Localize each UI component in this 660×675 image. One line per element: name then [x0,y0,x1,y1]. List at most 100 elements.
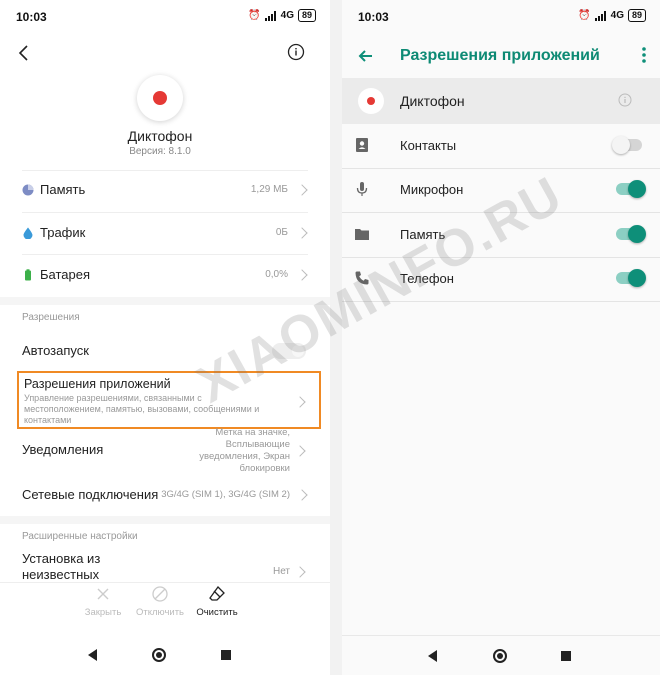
permission-label: Память [400,227,446,242]
close-icon [97,588,109,600]
battery-row[interactable]: Батарея 0,0% [22,267,308,282]
traffic-value: 0Б [275,227,288,238]
disable-button[interactable]: Отключить [130,585,190,618]
alarm-icon: ⏰ [578,10,591,21]
chevron-right-icon [296,268,308,281]
status-bar: 10:03 ⏰ 4G 89 [0,0,330,34]
section-separator [0,297,330,305]
info-icon[interactable] [287,43,305,61]
unknown-sources-label[interactable]: Установка из неизвестных [22,551,132,583]
disable-icon [152,586,168,602]
app-header: Диктофон [342,78,660,124]
autostart-toggle[interactable] [272,343,306,359]
app-bar: Разрешения приложений [342,34,660,78]
permission-toggle[interactable] [616,225,646,243]
more-vert-icon[interactable] [642,46,646,64]
nav-home-icon[interactable] [493,649,507,663]
app-name: Диктофон [127,128,193,144]
page-title: Разрешения приложений [400,47,600,64]
permission-label: Микрофон [400,182,464,197]
battery-label: Батарея [40,267,91,282]
alarm-icon: ⏰ [248,10,261,21]
network-label: Сетевые подключения [22,487,159,502]
bottom-action-bar: Закрыть Отключить Очистить [0,585,330,629]
chevron-right-icon [294,566,306,578]
mic-icon [356,182,368,196]
permission-toggle[interactable] [616,180,646,198]
back-arrow-icon[interactable] [356,46,376,66]
permission-toggle[interactable] [616,269,646,287]
nav-bar [0,635,330,675]
app-info-screen: 10:03 ⏰ 4G 89 Диктофон Версия: 8.1.0 Пам… [0,0,330,675]
traffic-label: Трафик [40,225,86,240]
battery-level-icon [25,268,31,280]
back-arrow-icon[interactable] [14,42,36,64]
network-value: 3G/4G (SIM 1), 3G/4G (SIM 2) [161,489,290,500]
network-row[interactable]: Сетевые подключения 3G/4G (SIM 1), 3G/4G… [22,487,308,502]
nav-recent-icon[interactable] [561,651,571,661]
screen-gap [330,0,342,675]
status-bar: 10:03 ⏰ 4G 89 [342,0,660,34]
network-type: 4G [610,10,624,21]
app-name: Диктофон [400,93,465,109]
pie-chart-icon [22,184,34,195]
signal-icon [264,10,276,21]
water-drop-icon [23,227,33,239]
nav-recent-icon[interactable] [221,650,231,660]
permission-row-microphone[interactable]: Микрофон [342,168,660,213]
app-permissions-row[interactable]: Разрешения приложений [24,377,171,391]
permission-label: Контакты [400,138,457,153]
divider [22,212,308,213]
chevron-right-icon [296,226,308,239]
battery-icon: 89 [297,9,316,22]
memory-value: 1,29 МБ [250,184,288,195]
app-permissions-description: Управление разрешениями, связанными с ме… [24,393,260,425]
info-icon[interactable] [618,93,632,107]
status-time: 10:03 [358,10,389,24]
clear-label: Очистить [196,607,238,618]
clear-button[interactable]: Очистить [187,585,247,618]
phone-icon [355,271,369,285]
status-icons: ⏰ 4G 89 [578,9,646,22]
permission-row-storage[interactable]: Память [342,213,660,258]
autostart-label: Автозапуск [22,343,89,358]
permission-row-phone[interactable]: Телефон [342,257,660,302]
close-button[interactable]: Закрыть [73,585,133,618]
app-icon [137,75,183,121]
battery-value: 0,0% [265,269,288,280]
section-separator [0,516,330,524]
contacts-icon [356,138,368,152]
app-version: Версия: 8.1.0 [129,146,191,157]
network-type: 4G [280,10,294,21]
divider [22,170,308,171]
folder-icon [355,229,369,240]
permissions-section-title: Разрешения [22,312,80,323]
battery-icon: 89 [627,9,646,22]
close-label: Закрыть [84,607,122,618]
memory-label: Память [40,182,86,197]
eraser-icon [209,586,225,601]
permission-toggle[interactable] [612,136,642,154]
permission-label: Телефон [400,271,454,286]
nav-back-icon[interactable] [88,649,97,661]
status-time: 10:03 [16,10,47,24]
advanced-section-title: Расширенные настройки [22,531,138,542]
notifications-value: Метка на значке, Всплывающие уведомления… [199,427,290,474]
chevron-right-icon [296,488,308,501]
disable-label: Отключить [135,607,185,618]
traffic-row[interactable]: Трафик 0Б [22,225,308,240]
nav-home-icon[interactable] [152,648,166,662]
app-permissions-screen: 10:03 ⏰ 4G 89 Разрешения приложений Дикт… [342,0,660,675]
permission-row-contacts[interactable]: Контакты [342,124,660,169]
signal-icon [594,10,606,21]
divider [0,582,330,583]
memory-row[interactable]: Память 1,29 МБ [22,182,308,197]
autostart-row[interactable]: Автозапуск [22,343,306,358]
app-icon [358,88,384,114]
status-icons: ⏰ 4G 89 [248,9,316,22]
unknown-sources-value: Нет [272,566,290,577]
divider [22,254,308,255]
chevron-right-icon [296,183,308,196]
nav-back-icon[interactable] [428,650,437,662]
nav-bar [342,635,660,675]
